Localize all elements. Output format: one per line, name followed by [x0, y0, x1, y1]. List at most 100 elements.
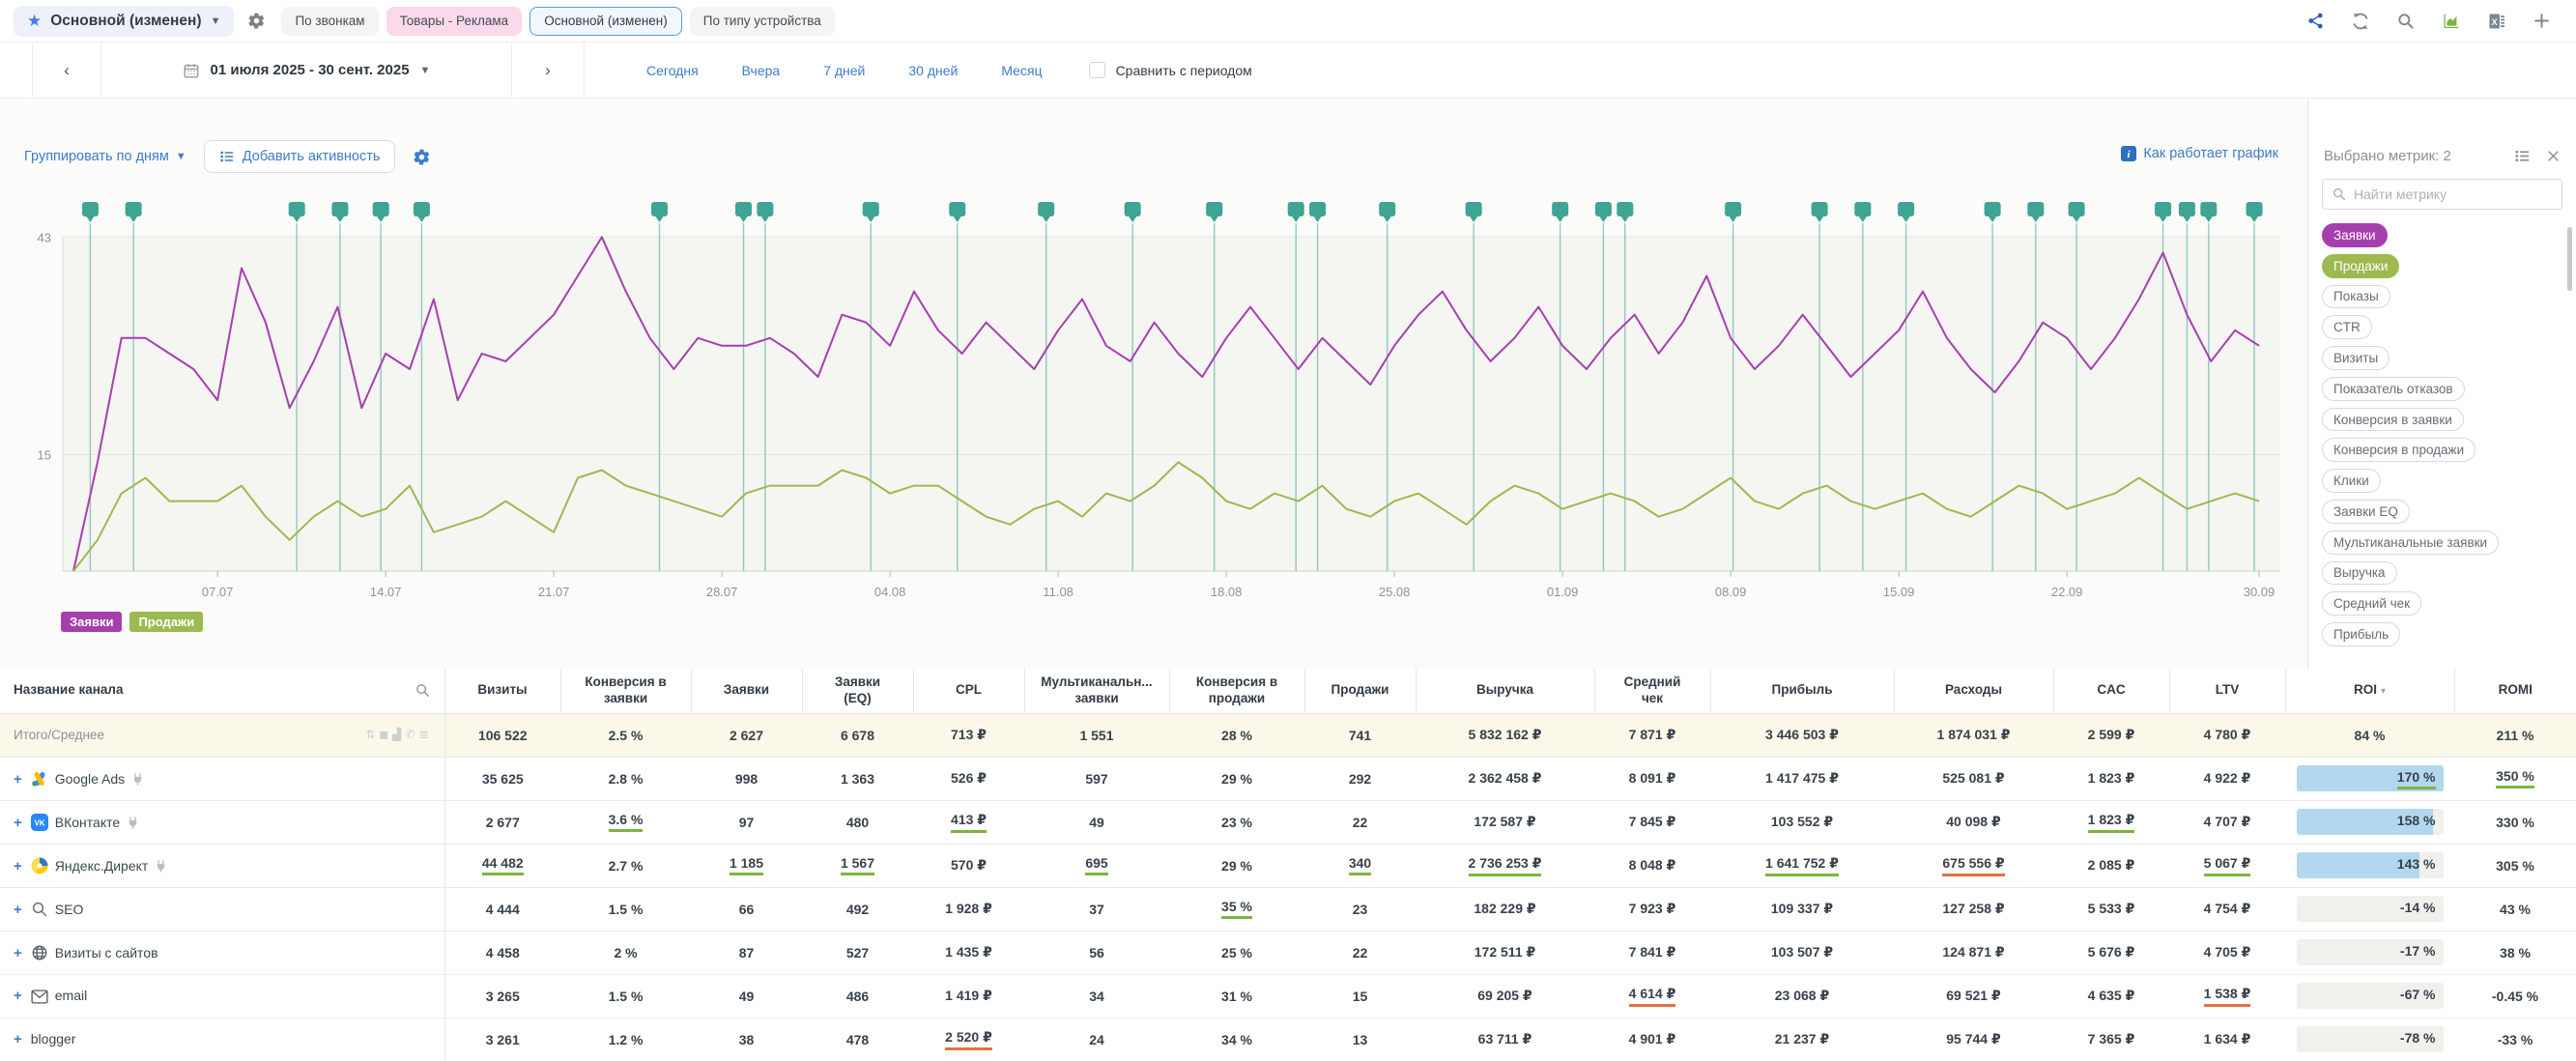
quick-range-link-3[interactable]: 30 дней [908, 63, 958, 78]
table-row-email[interactable]: +email3 2651.5 %494861 419 ₽3431 %1569 2… [0, 974, 2576, 1018]
column-header-2[interactable]: Конверсия в заявки [560, 669, 691, 713]
table-row-blogger[interactable]: +blogger3 2611.2 %384782 520 ₽2434 %1363… [0, 1018, 2576, 1061]
table-search-icon[interactable] [415, 682, 431, 699]
activity-marker[interactable] [1725, 202, 1741, 222]
activity-marker[interactable] [735, 202, 752, 222]
metric-chip-5[interactable]: Показатель отказов [2322, 377, 2465, 401]
column-header-13[interactable]: CAC [2053, 669, 2169, 713]
activity-marker[interactable] [1466, 202, 1482, 222]
report-tab-1[interactable]: Товары - Реклама [386, 7, 523, 36]
expand-row-button[interactable]: + [14, 902, 22, 918]
activity-marker[interactable] [2027, 202, 2044, 222]
channel-name-cell[interactable]: +Google Ads [0, 757, 444, 800]
metric-chip-1[interactable]: Продажи [2322, 254, 2399, 278]
activity-marker[interactable] [1854, 202, 1871, 222]
metric-chip-10[interactable]: Мультиканальные заявки [2322, 530, 2499, 555]
column-header-7[interactable]: Конверсия в продажи [1169, 669, 1304, 713]
activity-marker[interactable] [1309, 202, 1326, 222]
column-header-16[interactable]: ROMI [2454, 669, 2576, 713]
share-icon[interactable] [2306, 12, 2325, 30]
activity-marker[interactable] [1206, 202, 1222, 222]
compare-checkbox[interactable] [1089, 62, 1105, 78]
channel-name-cell[interactable]: +Яндекс.Директ [0, 844, 444, 887]
activity-marker[interactable] [414, 202, 430, 222]
column-header-9[interactable]: Выручка [1416, 669, 1594, 713]
activity-marker[interactable] [2247, 202, 2263, 222]
how-chart-works-link[interactable]: i Как работает график [2121, 146, 2278, 161]
expand-row-button[interactable]: + [14, 988, 22, 1004]
quick-range-link-0[interactable]: Сегодня [646, 63, 699, 78]
table-row-SEO[interactable]: +SEO4 4441.5 %664921 928 ₽3735 %23182 22… [0, 887, 2576, 931]
column-header-5[interactable]: CPL [913, 669, 1024, 713]
search-icon[interactable] [2396, 12, 2416, 31]
activity-marker[interactable] [757, 202, 773, 222]
metric-chip-3[interactable]: CTR [2322, 315, 2372, 339]
channel-name-cell[interactable]: +VKВКонтакте [0, 800, 444, 844]
table-row-ВКонтакте[interactable]: +VKВКонтакте2 6773.6 %97480413 ₽4923 %22… [0, 800, 2576, 844]
chart-settings-gear-icon[interactable] [413, 148, 431, 166]
quick-range-link-1[interactable]: Вчера [742, 63, 781, 78]
add-widget-icon[interactable] [2533, 12, 2551, 30]
column-header-15[interactable]: ROI▾ [2285, 669, 2454, 713]
column-header-11[interactable]: Прибыль [1710, 669, 1894, 713]
expand-row-button[interactable]: + [14, 1031, 22, 1047]
add-activity-button[interactable]: Добавить активность [204, 140, 396, 173]
metric-chip-2[interactable]: Показы [2322, 285, 2390, 309]
metric-search-input[interactable] [2354, 186, 2547, 202]
activity-marker[interactable] [651, 202, 668, 222]
table-row-Яндекс.Директ[interactable]: +Яндекс.Директ44 4822.7 %1 1851 567570 ₽… [0, 844, 2576, 887]
report-tab-3[interactable]: По типу устройства [690, 7, 835, 36]
column-header-8[interactable]: Продажи [1304, 669, 1416, 713]
quick-range-link-2[interactable]: 7 дней [823, 63, 865, 78]
expand-row-button[interactable]: + [14, 815, 22, 831]
date-range-picker[interactable]: 01 июля 2025 - 30 сент. 2025 ▼ [101, 43, 512, 98]
activity-marker[interactable] [1812, 202, 1828, 222]
metric-chip-12[interactable]: Средний чек [2322, 591, 2421, 616]
activity-marker[interactable] [1038, 202, 1054, 222]
column-header-14[interactable]: LTV [2169, 669, 2285, 713]
metric-chip-13[interactable]: Прибыль [2322, 622, 2400, 646]
channel-name-cell[interactable]: +SEO [0, 887, 444, 931]
activity-marker[interactable] [2179, 202, 2195, 222]
channel-name-cell[interactable]: +email [0, 974, 444, 1018]
chart-report-icon[interactable] [2442, 12, 2461, 31]
column-header-10[interactable]: Средний чек [1594, 669, 1710, 713]
expand-row-button[interactable]: + [14, 858, 22, 875]
activity-marker[interactable] [126, 202, 142, 222]
metric-chip-7[interactable]: Конверсия в продажи [2322, 438, 2476, 462]
panel-scrollbar[interactable] [2567, 227, 2572, 291]
table-row-Google Ads[interactable]: +Google Ads35 6252.8 %9981 363526 ₽59729… [0, 757, 2576, 800]
metric-chip-0[interactable]: Заявки [2322, 223, 2388, 247]
report-tab-2[interactable]: Основной (изменен) [530, 7, 682, 36]
activity-marker[interactable] [1125, 202, 1141, 222]
excel-export-icon[interactable]: X [2487, 12, 2506, 31]
report-tab-0[interactable]: По звонкам [281, 7, 378, 36]
activity-marker[interactable] [373, 202, 389, 222]
prev-period-button[interactable]: ‹ [32, 43, 101, 98]
expand-row-button[interactable]: + [14, 945, 22, 961]
row-tools-icons[interactable]: ⇅◼▟✆≣ [365, 728, 432, 741]
metric-chip-4[interactable]: Визиты [2322, 346, 2390, 370]
column-header-1[interactable]: Визиты [444, 669, 560, 713]
metric-chip-6[interactable]: Конверсия в заявки [2322, 408, 2464, 432]
column-header-4[interactable]: Заявки (EQ) [802, 669, 913, 713]
metric-chip-8[interactable]: Клики [2322, 469, 2381, 493]
legend-badge[interactable]: Заявки [61, 612, 122, 632]
activity-marker[interactable] [289, 202, 305, 222]
timeseries-chart[interactable]: 154307.0714.0721.0728.0704.0811.0818.082… [0, 196, 2307, 650]
metrics-list-icon[interactable] [2514, 148, 2531, 164]
refresh-icon[interactable] [2351, 12, 2370, 31]
activity-marker[interactable] [1898, 202, 1914, 222]
column-header-name[interactable]: Название канала [0, 669, 444, 713]
column-header-3[interactable]: Заявки [691, 669, 802, 713]
next-period-button[interactable]: › [512, 43, 585, 98]
activity-marker[interactable] [2155, 202, 2171, 222]
channel-name-cell[interactable]: +blogger [0, 1018, 444, 1061]
expand-row-button[interactable]: + [14, 771, 22, 788]
quick-range-link-4[interactable]: Месяц [1001, 63, 1042, 78]
activity-marker[interactable] [1985, 202, 2001, 222]
dashboard-selector[interactable]: ★ Основной (изменен) ▼ [14, 6, 234, 37]
table-row-Визиты с сайтов[interactable]: +Визиты с сайтов4 4582 %875271 435 ₽5625… [0, 931, 2576, 974]
activity-marker[interactable] [863, 202, 879, 222]
activity-marker[interactable] [331, 202, 348, 222]
